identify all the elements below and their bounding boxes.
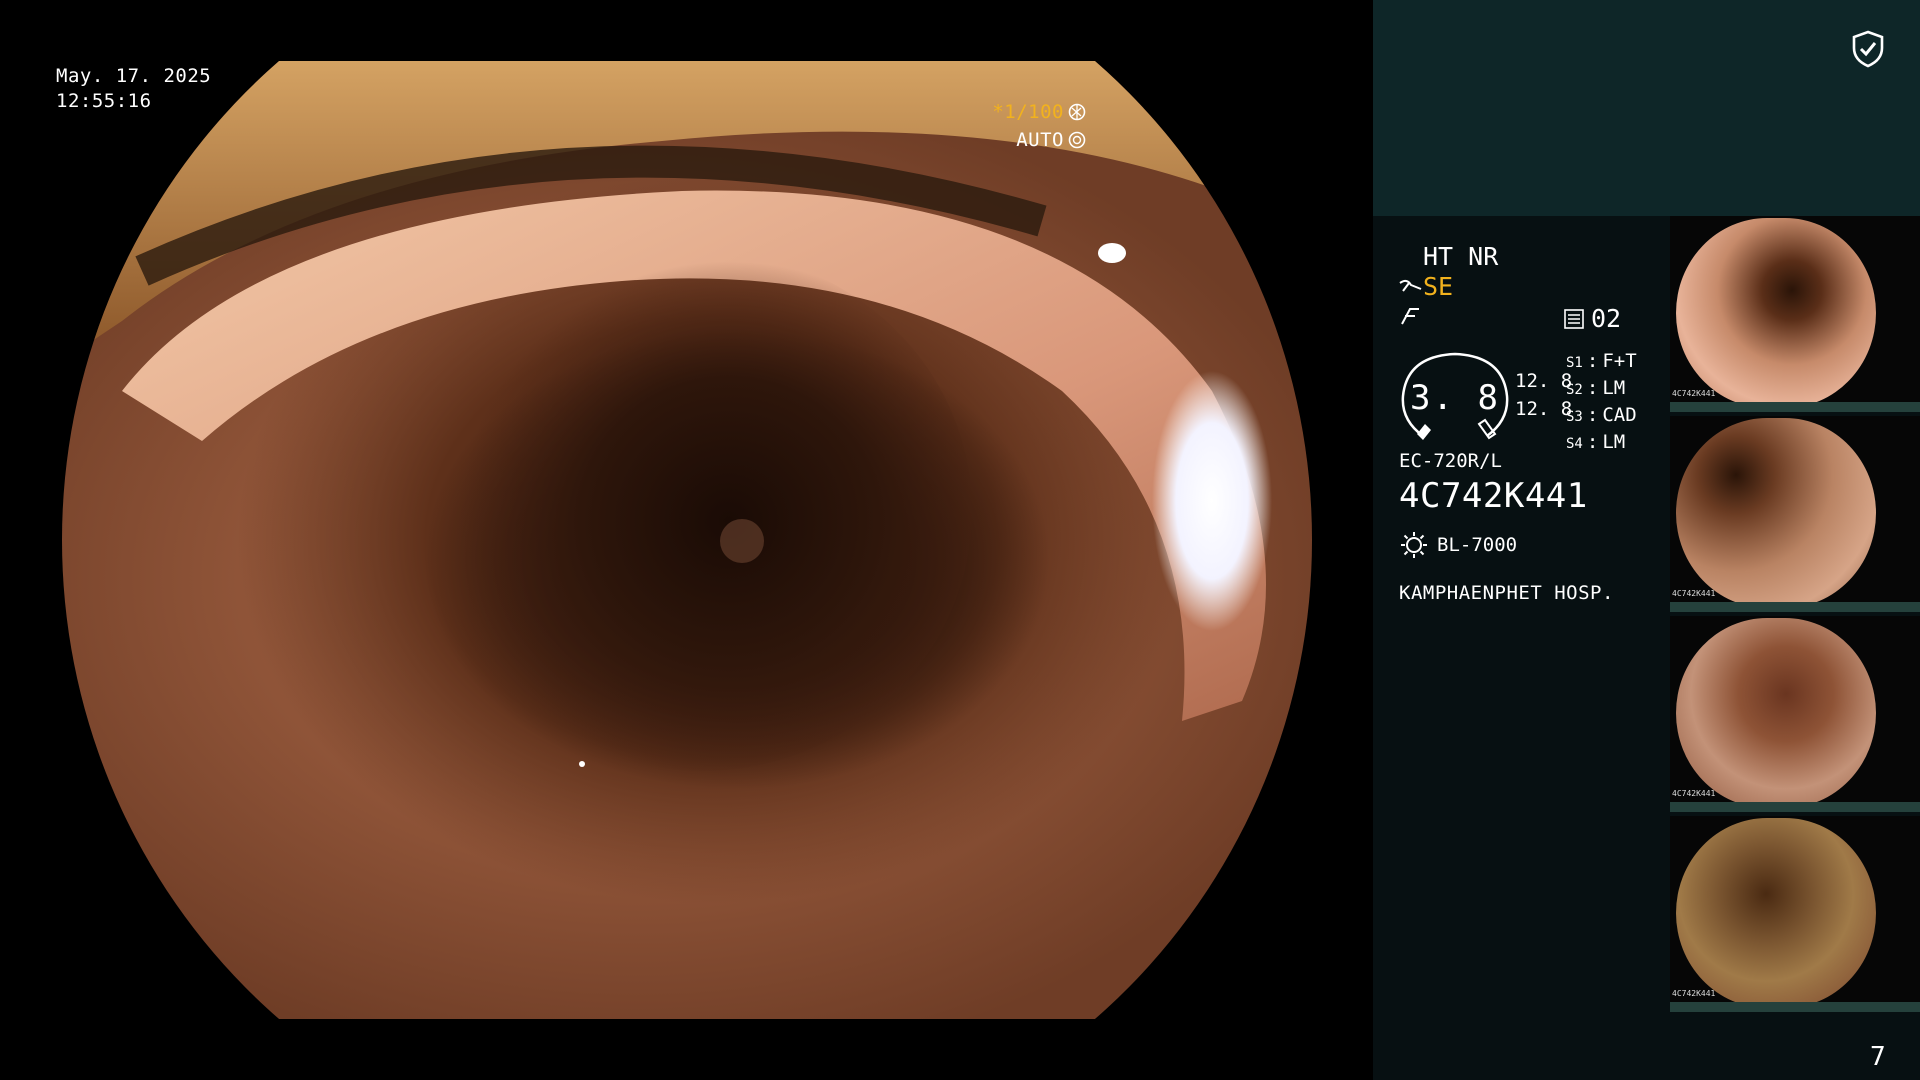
page-number: 7 bbox=[1870, 1042, 1886, 1072]
exposure-overlay: *1/100 AUTO bbox=[992, 98, 1086, 154]
slot-number-row: 02 bbox=[1563, 304, 1621, 333]
shutter-value: *1/100 bbox=[992, 101, 1064, 123]
slot-line: S3: CAD bbox=[1566, 403, 1637, 430]
se-label: SE bbox=[1423, 272, 1454, 301]
endoscopy-screen: May. 17. 2025 12:55:16 *1/100 AUTO HT NR… bbox=[0, 0, 1920, 1080]
scope-model: EC-720R/L bbox=[1399, 450, 1502, 472]
gauge-sub-bottom: 12. 8 bbox=[1515, 398, 1573, 420]
slot-line: S4: LM bbox=[1566, 430, 1637, 457]
thumbnail-image bbox=[1676, 618, 1876, 808]
shield-check-icon[interactable] bbox=[1851, 30, 1885, 68]
slot-number: 02 bbox=[1591, 304, 1622, 333]
gauge-sub-top: 12. 8 bbox=[1515, 370, 1573, 392]
thumbnail-bar bbox=[1670, 802, 1920, 812]
filter-icon bbox=[1401, 308, 1419, 325]
thumbnail-bar bbox=[1670, 402, 1920, 412]
mode-flags: HT NR bbox=[1423, 242, 1498, 271]
panel-header bbox=[1373, 0, 1920, 216]
filter-row bbox=[1399, 306, 1421, 326]
mucosa-illustration bbox=[62, 61, 1312, 771]
light-source-text: BL-7000 bbox=[1437, 534, 1518, 556]
thumbnail-serial: 4C742K441 bbox=[1672, 589, 1716, 598]
slot-list: S1: F+T S2: LM S3: CAD S4: LM bbox=[1566, 349, 1637, 457]
thumbnail-serial: 4C742K441 bbox=[1672, 789, 1716, 798]
signal-enhance-icon bbox=[1399, 279, 1422, 292]
thumbnail-image bbox=[1676, 818, 1876, 1008]
light-source-row: BL-7000 bbox=[1399, 530, 1517, 560]
scope-info: HT NR SE 02 3. 8 12. 8 12. 8 EC-720R/L 4… bbox=[1399, 240, 1699, 640]
thumbnail-4[interactable]: 4C742K441 bbox=[1670, 816, 1920, 1012]
captured-thumbnails: 4C742K441 4C742K441 4C742K441 4C742K441 bbox=[1670, 216, 1920, 1016]
time-text: 12:55:16 bbox=[56, 90, 152, 112]
iris-line: AUTO bbox=[992, 126, 1086, 154]
iris-mode-value: AUTO bbox=[1016, 129, 1064, 151]
date-text: May. 17. 2025 bbox=[56, 65, 212, 87]
light-bulb-icon bbox=[1401, 532, 1427, 558]
slot-key: S4 bbox=[1566, 436, 1583, 452]
thumbnail-serial: 4C742K441 bbox=[1672, 389, 1716, 398]
thumbnail-image bbox=[1676, 218, 1876, 408]
slot-value: LM bbox=[1602, 431, 1626, 453]
thumbnail-1[interactable]: 4C742K441 bbox=[1670, 216, 1920, 412]
slot-line: S2: LM bbox=[1566, 376, 1637, 403]
datetime-overlay: May. 17. 2025 12:55:16 bbox=[56, 64, 211, 114]
thumbnail-bar bbox=[1670, 602, 1920, 612]
slot-value: CAD bbox=[1602, 404, 1637, 426]
aperture-icon bbox=[1068, 103, 1086, 121]
memory-slot-icon bbox=[1564, 308, 1584, 329]
scope-serial-text: 4C742K441 bbox=[1399, 476, 1588, 516]
thumbnail-bar bbox=[1670, 1002, 1920, 1012]
iris-icon bbox=[1068, 131, 1086, 149]
mode-flags-text: HT NR bbox=[1423, 242, 1499, 271]
endoscope-live-view bbox=[62, 61, 1312, 1019]
slot-key: S3 bbox=[1566, 409, 1583, 425]
hospital-row: KAMPHAENPHET HOSP. bbox=[1399, 582, 1614, 604]
slot-value: LM bbox=[1602, 377, 1626, 399]
shutter-line: *1/100 bbox=[992, 98, 1086, 126]
gauge-value: 3. 8 bbox=[1410, 378, 1500, 418]
se-row: SE bbox=[1399, 272, 1453, 301]
slot-key: S2 bbox=[1566, 382, 1583, 398]
thumbnail-3[interactable]: 4C742K441 bbox=[1670, 616, 1920, 812]
scope-model-text: EC-720R/L bbox=[1399, 450, 1502, 472]
scope-serial: 4C742K441 bbox=[1399, 476, 1588, 516]
hospital-name: KAMPHAENPHET HOSP. bbox=[1399, 582, 1614, 604]
slot-line: S1: F+T bbox=[1566, 349, 1637, 376]
slot-key: S1 bbox=[1566, 355, 1583, 371]
slot-value: F+T bbox=[1602, 350, 1637, 372]
thumbnail-serial: 4C742K441 bbox=[1672, 989, 1716, 998]
thumbnail-2[interactable]: 4C742K441 bbox=[1670, 416, 1920, 612]
thumbnail-image bbox=[1676, 418, 1876, 608]
